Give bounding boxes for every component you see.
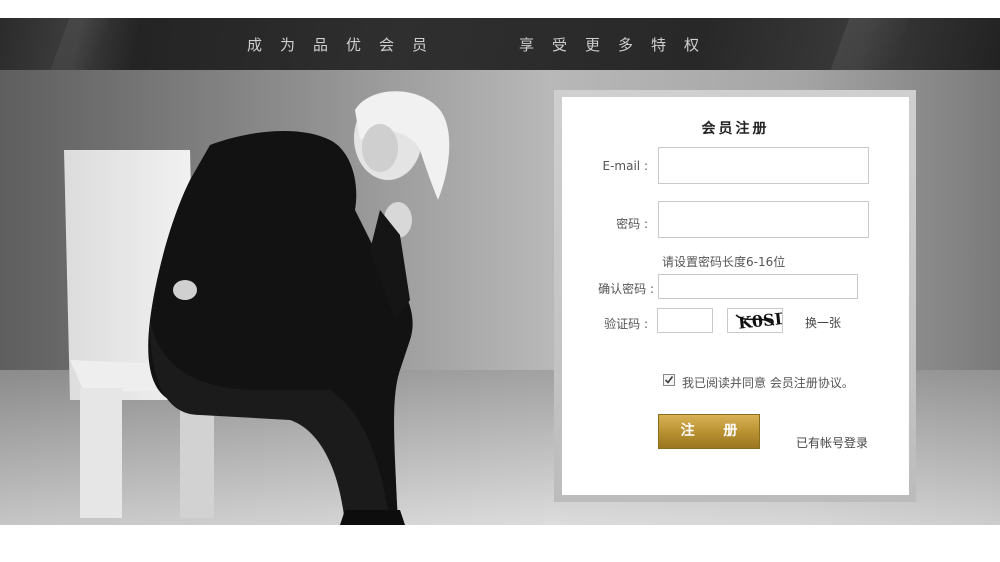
password-field[interactable] xyxy=(658,201,869,238)
check-icon xyxy=(664,376,674,384)
promo-banner: 成为品优会员 享受更多特权 xyxy=(0,18,1000,70)
slogan-left: 成为品优会员 xyxy=(247,36,446,54)
register-button[interactable]: 注 册 xyxy=(658,414,760,449)
captcha-icon: K0SD xyxy=(735,309,789,333)
captcha-field[interactable] xyxy=(657,308,713,333)
form-title: 会员注册 xyxy=(701,121,770,137)
confirm-password-label: 确认密码 : xyxy=(598,282,654,296)
password-hint: 请设置密码长度6-16位 xyxy=(662,255,786,269)
captcha-text: K0SD xyxy=(737,309,782,332)
registration-page: 成为品优会员 享受更多特权 会员注册 E-mail: 密码: 请设置密码长度… xyxy=(0,0,1000,562)
slogan-right: 享受更多特权 xyxy=(519,36,718,54)
captcha-image[interactable]: K0SD xyxy=(727,308,789,333)
register-panel: 会员注册 E-mail : 密码 : 请设置密码长度6-16位 确认密码 : 验… xyxy=(562,97,909,495)
email-label: E-mail : xyxy=(602,159,648,173)
register-panel-frame: 会员注册 E-mail : 密码 : 请设置密码长度6-16位 确认密码 : 验… xyxy=(554,90,916,502)
login-link[interactable]: 已有帐号登录 xyxy=(796,434,868,451)
email-field[interactable] xyxy=(658,147,869,184)
agree-text[interactable]: 我已阅读并同意 会员注册协议。 xyxy=(682,374,854,391)
confirm-password-field[interactable] xyxy=(658,274,858,299)
refresh-captcha-link[interactable]: 换一张 xyxy=(805,314,841,331)
password-label: 密码 : xyxy=(616,217,648,231)
agree-checkbox[interactable] xyxy=(663,374,675,386)
captcha-label: 验证码 : xyxy=(604,317,648,331)
